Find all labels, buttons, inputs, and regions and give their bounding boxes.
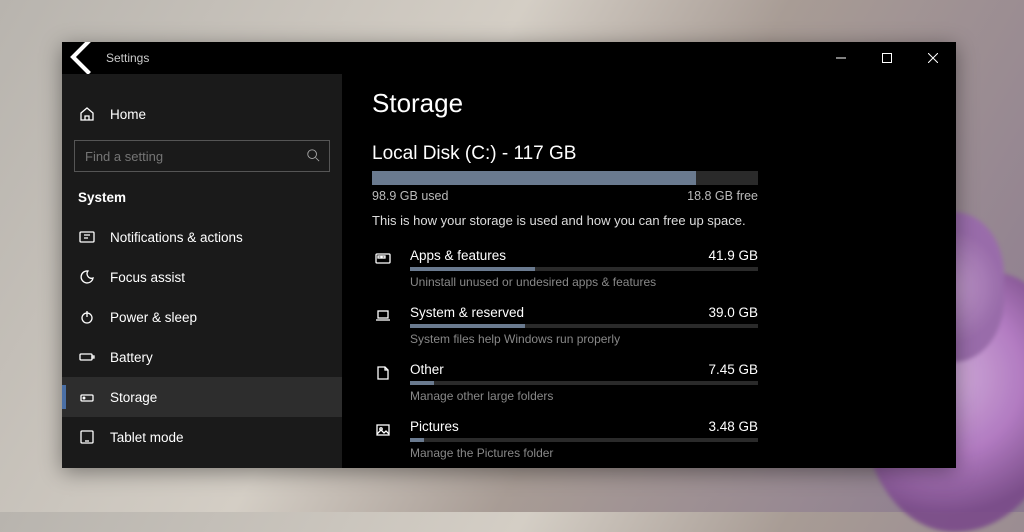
storage-item-pictures[interactable]: Pictures 3.48 GB Manage the Pictures folde… xyxy=(372,415,758,468)
sidebar-item-focus-assist[interactable]: Focus assist xyxy=(62,257,342,297)
settings-window: Settings Home System Notifications & act… xyxy=(62,42,956,468)
storage-bar xyxy=(410,381,758,385)
storage-bar-fill xyxy=(410,381,434,385)
search-input[interactable] xyxy=(74,140,330,172)
pictures-icon xyxy=(372,421,394,439)
laptop-icon xyxy=(372,307,394,325)
close-button[interactable] xyxy=(910,42,956,74)
storage-sub: Manage the Pictures folder xyxy=(410,446,758,460)
storage-title: System & reserved xyxy=(410,305,524,320)
disk-bar-labels: 98.9 GB used 18.8 GB free xyxy=(372,189,758,203)
storage-header: Apps & features 41.9 GB xyxy=(410,248,758,263)
sidebar-item-notifications-actions[interactable]: Notifications & actions xyxy=(62,217,342,257)
caption-buttons xyxy=(818,42,956,74)
nav-label: Focus assist xyxy=(110,270,185,285)
storage-bar-fill xyxy=(410,324,525,328)
storage-size: 39.0 GB xyxy=(708,305,758,320)
disk-bar-fill xyxy=(372,171,696,185)
home-link[interactable]: Home xyxy=(62,94,342,134)
storage-detail: Apps & features 41.9 GB Uninstall unused o… xyxy=(410,248,758,289)
nav-label: Battery xyxy=(110,350,153,365)
apps-icon xyxy=(372,250,394,268)
storage-header: Other 7.45 GB xyxy=(410,362,758,377)
storage-detail: Other 7.45 GB Manage other large folders xyxy=(410,362,758,403)
disk-bar xyxy=(372,171,758,185)
home-icon xyxy=(78,105,96,123)
storage-size: 3.48 GB xyxy=(708,419,758,434)
storage-icon xyxy=(78,388,96,406)
sidebar-item-storage[interactable]: Storage xyxy=(62,377,342,417)
used-label: 98.9 GB used xyxy=(372,189,448,203)
storage-size: 41.9 GB xyxy=(708,248,758,263)
storage-bar xyxy=(410,267,758,271)
free-label: 18.8 GB free xyxy=(687,189,758,203)
maximize-button[interactable] xyxy=(864,42,910,74)
disk-name: Local Disk (C:) - 117 GB xyxy=(372,143,918,165)
storage-header: Pictures 3.48 GB xyxy=(410,419,758,434)
storage-size: 7.45 GB xyxy=(708,362,758,377)
storage-detail: System & reserved 39.0 GB System files hel… xyxy=(410,305,758,346)
storage-desc: This is how your storage is used and how… xyxy=(372,213,918,228)
nav-label: Tablet mode xyxy=(110,430,184,445)
minimize-button[interactable] xyxy=(818,42,864,74)
storage-title: Other xyxy=(410,362,444,377)
power-icon xyxy=(78,308,96,326)
window-body: Home System Notifications & actions Focus… xyxy=(62,74,956,468)
section-label: System xyxy=(62,182,342,217)
storage-bar xyxy=(410,324,758,328)
storage-bar xyxy=(410,438,758,442)
sidebar-item-power-sleep[interactable]: Power & sleep xyxy=(62,297,342,337)
nav-label: Power & sleep xyxy=(110,310,197,325)
storage-sub: System files help Windows run properly xyxy=(410,332,758,346)
storage-sub: Manage other large folders xyxy=(410,389,758,403)
storage-title: Apps & features xyxy=(410,248,506,263)
storage-detail: Pictures 3.48 GB Manage the Pictures folde… xyxy=(410,419,758,460)
search-icon xyxy=(306,148,320,162)
storage-item-system-reserved[interactable]: System & reserved 39.0 GB System files hel… xyxy=(372,301,758,358)
search-wrap xyxy=(62,134,342,182)
content-pane[interactable]: Storage Local Disk (C:) - 117 GB 98.9 GB… xyxy=(342,74,956,468)
storage-item-apps-features[interactable]: Apps & features 41.9 GB Uninstall unused o… xyxy=(372,244,758,301)
tablet-icon xyxy=(78,428,96,446)
battery-icon xyxy=(78,348,96,366)
storage-items: Apps & features 41.9 GB Uninstall unused o… xyxy=(372,244,918,468)
window-title: Settings xyxy=(106,51,149,65)
storage-title: Pictures xyxy=(410,419,459,434)
notifications-icon xyxy=(78,228,96,246)
storage-bar-fill xyxy=(410,267,535,271)
storage-bar-fill xyxy=(410,438,424,442)
sidebar: Home System Notifications & actions Focus… xyxy=(62,74,342,468)
home-label: Home xyxy=(110,107,146,122)
sidebar-item-tablet-mode[interactable]: Tablet mode xyxy=(62,417,342,457)
titlebar: Settings xyxy=(62,42,956,74)
page-heading: Storage xyxy=(372,88,918,119)
nav-label: Notifications & actions xyxy=(110,230,243,245)
nav-label: Storage xyxy=(110,390,157,405)
nav-list: Notifications & actions Focus assist Power… xyxy=(62,217,342,457)
moon-icon xyxy=(78,268,96,286)
storage-header: System & reserved 39.0 GB xyxy=(410,305,758,320)
sidebar-item-battery[interactable]: Battery xyxy=(62,337,342,377)
other-icon xyxy=(372,364,394,382)
storage-sub: Uninstall unused or undesired apps & fea… xyxy=(410,275,758,289)
storage-item-other[interactable]: Other 7.45 GB Manage other large folders xyxy=(372,358,758,415)
